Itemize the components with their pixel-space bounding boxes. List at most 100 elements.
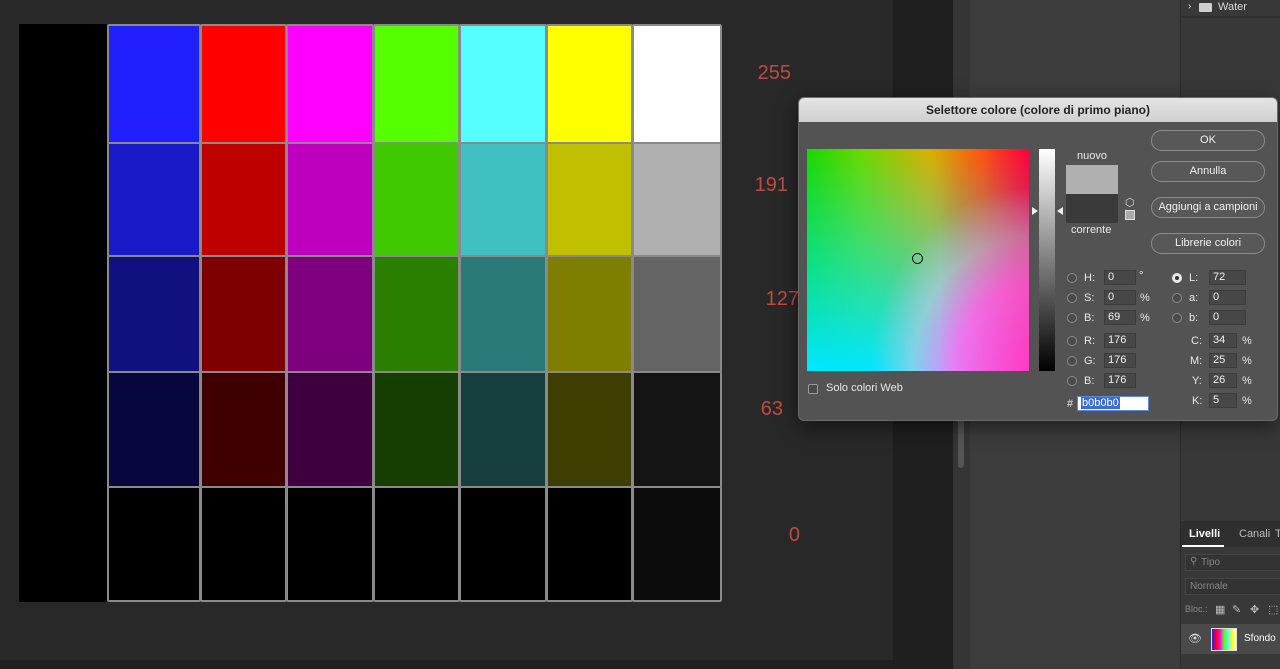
color-cell <box>373 255 460 373</box>
current-color-swatch[interactable] <box>1066 194 1118 223</box>
color-cell <box>459 142 547 257</box>
hue-slider[interactable] <box>1039 149 1055 371</box>
saturation-field[interactable]: 0 <box>1104 290 1136 305</box>
color-libraries-button[interactable]: Librerie colori <box>1151 233 1265 254</box>
new-color-swatch <box>1066 165 1118 194</box>
web-colors-only-checkbox[interactable] <box>808 384 818 394</box>
cyan-unit: % <box>1242 335 1252 347</box>
yellow-unit: % <box>1242 375 1252 387</box>
canvas-bottom-strip <box>0 660 893 669</box>
value-label-191: 191 <box>754 174 788 196</box>
lock-label: Bloc.: <box>1185 604 1208 614</box>
black-field[interactable]: 5 <box>1209 393 1237 408</box>
brightness-radio[interactable] <box>1067 313 1077 323</box>
lab-a-radio[interactable] <box>1172 293 1182 303</box>
color-field-marker[interactable] <box>912 253 923 264</box>
color-cell <box>373 142 460 257</box>
hex-prefix: # <box>1067 398 1074 410</box>
green-label: G: <box>1084 355 1096 367</box>
hex-field[interactable]: b0b0b0 <box>1077 396 1149 411</box>
saturation-radio[interactable] <box>1067 293 1077 303</box>
cyan-field[interactable]: 34 <box>1209 333 1237 348</box>
lock-move-icon[interactable]: ✥ <box>1250 603 1259 616</box>
kind-filter-select[interactable]: ⚲ Tipo <box>1185 554 1280 571</box>
color-cell <box>546 24 633 144</box>
saturation-label: S: <box>1084 292 1095 304</box>
green-radio[interactable] <box>1067 356 1077 366</box>
brightness-unit: % <box>1140 312 1150 324</box>
value-label-255: 255 <box>757 62 791 84</box>
layer-row[interactable]: 👁 Sfondo <box>1181 624 1280 654</box>
color-field[interactable] <box>807 149 1029 371</box>
slider-arrow-right-icon[interactable] <box>1057 207 1063 215</box>
lock-transparent-icon[interactable]: ▦ <box>1215 603 1225 616</box>
lab-l-radio[interactable] <box>1172 273 1182 283</box>
dialog-title: Selettore colore (colore di primo piano) <box>799 98 1277 122</box>
blue-field[interactable]: 176 <box>1104 373 1136 388</box>
color-cell <box>286 142 374 257</box>
lab-l-field[interactable]: 72 <box>1209 270 1246 285</box>
lab-b-label: b: <box>1189 312 1199 324</box>
folder-name: Water <box>1218 1 1247 13</box>
color-cell <box>107 24 201 144</box>
cyan-label: C: <box>1191 335 1202 347</box>
color-cell <box>107 255 201 373</box>
web-safe-swatch-icon[interactable] <box>1125 210 1135 220</box>
lab-a-field[interactable]: 0 <box>1209 290 1246 305</box>
color-cell <box>200 371 287 488</box>
tab-layers[interactable]: Livelli <box>1189 528 1220 540</box>
lab-b-radio[interactable] <box>1172 313 1182 323</box>
color-cell <box>546 486 633 602</box>
hue-field[interactable]: 0 <box>1104 270 1136 285</box>
color-cell <box>546 371 633 488</box>
tab-active-indicator <box>1182 545 1224 547</box>
lab-b-field[interactable]: 0 <box>1209 310 1246 325</box>
tab-channels[interactable]: Canali <box>1239 528 1270 540</box>
black-unit: % <box>1242 395 1252 407</box>
lock-artboard-icon[interactable]: ⬚ <box>1268 603 1278 616</box>
current-color-label: corrente <box>1071 224 1112 236</box>
color-cell <box>459 371 547 488</box>
black-label: K: <box>1192 395 1203 407</box>
value-label-0: 0 <box>788 524 800 546</box>
color-cell <box>200 486 287 602</box>
color-cell <box>286 371 374 488</box>
ok-button[interactable]: OK <box>1151 130 1265 151</box>
magenta-unit: % <box>1242 355 1252 367</box>
cancel-button[interactable]: Annulla <box>1151 161 1265 182</box>
tab-paths[interactable]: T <box>1275 528 1280 540</box>
color-cell <box>632 486 722 602</box>
color-cell <box>107 142 201 257</box>
lock-brush-icon[interactable]: ✎ <box>1232 603 1241 616</box>
lab-a-label: a: <box>1189 292 1199 304</box>
gamut-cube-icon[interactable]: ⬡ <box>1125 196 1135 209</box>
color-cell <box>459 24 547 144</box>
value-label-63: 63 <box>760 398 783 420</box>
add-to-swatches-button[interactable]: Aggiungi a campioni <box>1151 197 1265 218</box>
slider-arrow-left-icon[interactable] <box>1032 207 1038 215</box>
blend-mode-select[interactable]: Normale <box>1185 578 1280 595</box>
magenta-field[interactable]: 25 <box>1209 353 1237 368</box>
color-cell <box>200 142 287 257</box>
color-cell <box>286 486 374 602</box>
color-cell <box>373 486 460 602</box>
folder-icon <box>1199 3 1212 12</box>
red-radio[interactable] <box>1067 336 1077 346</box>
color-cell <box>373 371 460 488</box>
eye-icon[interactable]: 👁 <box>1188 632 1202 645</box>
color-cell <box>632 255 722 373</box>
red-field[interactable]: 176 <box>1104 333 1136 348</box>
color-cell <box>107 371 201 488</box>
chevron-right-icon[interactable]: › <box>1188 1 1191 12</box>
hue-radio[interactable] <box>1067 273 1077 283</box>
blue-radio[interactable] <box>1067 376 1077 386</box>
green-field[interactable]: 176 <box>1104 353 1136 368</box>
yellow-field[interactable]: 26 <box>1209 373 1237 388</box>
folder-row[interactable]: › Water <box>1181 0 1280 16</box>
brightness-field[interactable]: 69 <box>1104 310 1136 325</box>
new-color-label: nuovo <box>1077 150 1107 162</box>
magenta-label: M: <box>1190 355 1203 367</box>
color-cell <box>286 24 374 144</box>
document-canvas-area[interactable]: 255 191 127 63 0 <box>0 0 893 660</box>
color-cell <box>459 486 547 602</box>
